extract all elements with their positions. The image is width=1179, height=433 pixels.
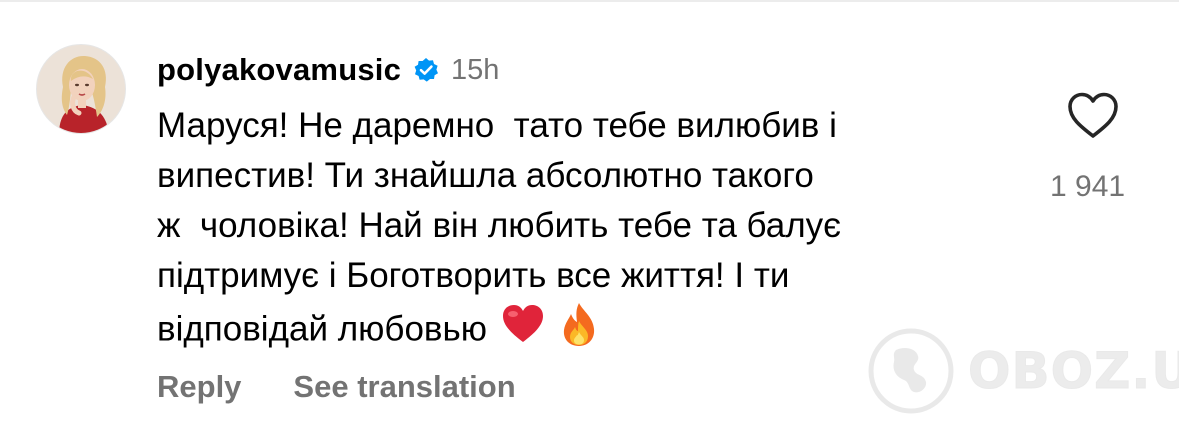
comment-text-line: Маруся! Не даремно тато тебе вилюбив і	[157, 106, 837, 145]
heart-outline-icon	[1068, 92, 1118, 138]
reply-button[interactable]: Reply	[157, 369, 241, 405]
avatar[interactable]	[36, 44, 126, 134]
globe-icon	[868, 328, 954, 414]
comment-text-line: випестив! Ти знайшла абсолютно такого	[157, 156, 814, 195]
like-button[interactable]	[1066, 91, 1120, 141]
watermark: OBOZ.UA	[866, 322, 1179, 422]
red-heart-emoji-icon	[501, 304, 545, 358]
timestamp: 15h	[451, 53, 500, 86]
likes-count[interactable]: 1 941	[1050, 170, 1150, 204]
comment-text-line: підтримує і Боготворить все життя! І ти	[157, 256, 790, 295]
comment-item: polyakovamusic 15h Маруся! Не даремно та…	[0, 0, 1179, 433]
comment-text-line: відповідай любовью	[157, 309, 488, 349]
comment-actions: Reply See translation	[157, 365, 516, 409]
avatar-image	[37, 45, 125, 133]
verified-badge-icon	[413, 57, 439, 83]
comment-text-line: ж чоловіка! Най він любить тебе та балує	[157, 206, 842, 245]
see-translation-button[interactable]: See translation	[293, 369, 515, 405]
watermark-text: OBOZ.UA	[967, 342, 1179, 401]
fire-emoji-icon	[559, 301, 599, 361]
username-link[interactable]: polyakovamusic	[157, 52, 401, 88]
comment-header: polyakovamusic 15h	[157, 50, 499, 90]
